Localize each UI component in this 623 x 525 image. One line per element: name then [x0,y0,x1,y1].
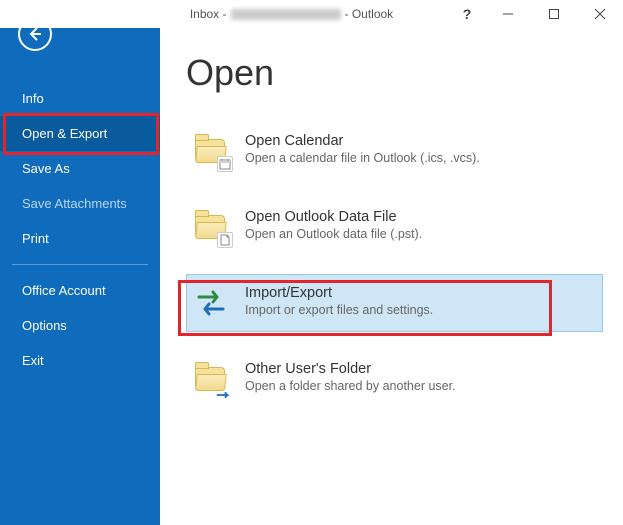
backstage-menu: Info Open & Export Save As Save Attachme… [0,81,160,378]
minimize-button[interactable] [485,0,531,28]
sidebar-item-print[interactable]: Print [0,221,160,256]
sidebar-item-save-attachments: Save Attachments [0,186,160,221]
title-prefix: Inbox - [190,7,227,21]
import-export-icon [193,285,229,321]
option-description: Open a folder shared by another user. [245,379,456,393]
help-button[interactable]: ? [449,0,485,28]
option-title: Open Outlook Data File [245,209,422,225]
option-title: Open Calendar [245,133,480,149]
window-title: Inbox - - Outlook [160,0,423,28]
option-import-export[interactable]: Import/Export Import or export files and… [186,274,603,332]
option-open-calendar[interactable]: Open Calendar Open a calendar file in Ou… [186,122,603,180]
sidebar-item-open-export[interactable]: Open & Export [0,116,160,151]
close-button[interactable] [577,0,623,28]
sidebar-separator [12,264,148,265]
option-description: Open a calendar file in Outlook (.ics, .… [245,151,480,165]
folder-shared-icon [193,361,229,397]
sidebar-item-options[interactable]: Options [0,308,160,343]
option-other-users-folder[interactable]: Other User's Folder Open a folder shared… [186,350,603,408]
option-description: Import or export files and settings. [245,303,433,317]
option-title: Other User's Folder [245,361,456,377]
sidebar-item-exit[interactable]: Exit [0,343,160,378]
page-title: Open [186,52,603,94]
folder-calendar-icon [193,133,229,169]
backstage-content: Open Open Calendar Open a calendar file … [160,28,623,525]
sidebar-item-office-account[interactable]: Office Account [0,273,160,308]
sidebar-item-save-as[interactable]: Save As [0,151,160,186]
sidebar-item-info[interactable]: Info [0,81,160,116]
backstage-sidebar: Info Open & Export Save As Save Attachme… [0,0,160,525]
account-name-redacted [231,9,341,20]
titlebar: Inbox - - Outlook ? [0,0,623,28]
title-suffix: - Outlook [345,7,394,21]
maximize-button[interactable] [531,0,577,28]
option-open-data-file[interactable]: Open Outlook Data File Open an Outlook d… [186,198,603,256]
option-description: Open an Outlook data file (.pst). [245,227,422,241]
window-controls: ? [449,0,623,28]
option-title: Import/Export [245,285,433,301]
folder-page-icon [193,209,229,245]
